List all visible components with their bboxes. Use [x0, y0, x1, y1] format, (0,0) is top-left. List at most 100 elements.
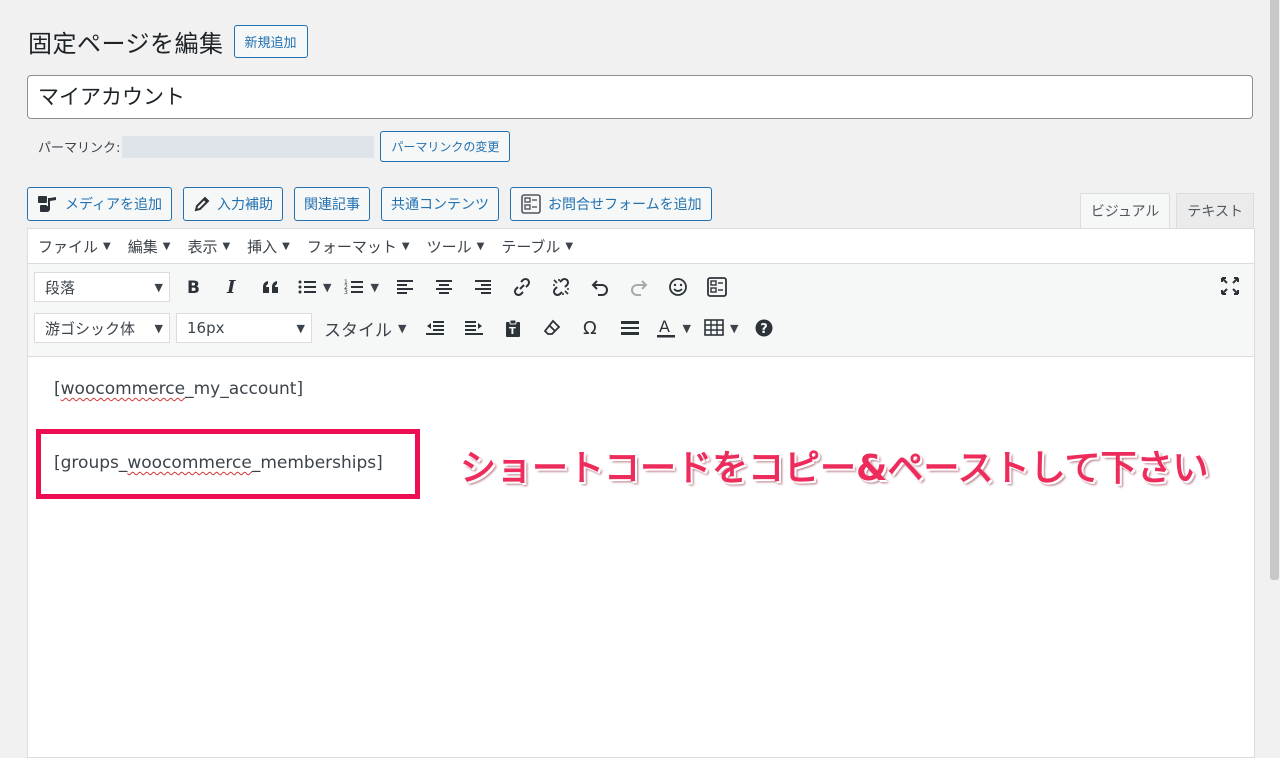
highlight-box	[36, 429, 420, 499]
paste-as-text-icon[interactable]: T	[496, 313, 530, 343]
toolbar-row-1: 段落 ▼ B I ▼ 1 2 3 ▼	[34, 272, 739, 302]
caret-down-icon: ▼	[565, 240, 574, 252]
svg-text:I: I	[226, 278, 236, 296]
menu-tools-label: ツール	[426, 237, 472, 256]
caret-down-icon: ▼	[162, 240, 171, 252]
menu-insert[interactable]: 挿入 ▼	[247, 236, 290, 257]
post-title-input[interactable]: マイアカウント	[27, 75, 1253, 119]
svg-text:B: B	[187, 278, 200, 296]
help-icon[interactable]: ?	[747, 313, 781, 343]
clear-formatting-icon[interactable]	[535, 313, 569, 343]
svg-text:Ω: Ω	[583, 319, 597, 337]
editor-content[interactable]: [woocommerce_my_account] [groups_woocomm…	[28, 357, 1254, 757]
svg-text:T: T	[509, 326, 516, 337]
menu-view-label: 表示	[187, 237, 218, 256]
permalink-row: パーマリンク: パーマリンクの変更	[38, 131, 511, 162]
svg-text:?: ?	[761, 322, 769, 337]
input-assist-label: 入力補助	[217, 197, 274, 213]
unlink-icon[interactable]	[544, 272, 578, 302]
menu-format-label: フォーマット	[306, 237, 397, 256]
numbered-list-icon[interactable]: 1 2 3 ▼	[340, 272, 382, 302]
fullscreen-icon[interactable]	[1220, 276, 1240, 300]
link-icon[interactable]	[505, 272, 539, 302]
emoji-icon[interactable]	[661, 272, 695, 302]
editor-toolbar: 段落 ▼ B I ▼ 1 2 3 ▼ 游ゴシック体 ▼ 16px ▼ スタイル …	[28, 264, 1254, 357]
caret-down-icon: ▼	[476, 240, 485, 252]
outdent-icon[interactable]	[418, 313, 452, 343]
add-new-button[interactable]: 新規追加	[233, 25, 308, 58]
menu-insert-label: 挿入	[247, 237, 278, 256]
related-posts-label: 関連記事	[304, 197, 361, 213]
caret-down-icon: ▼	[222, 240, 231, 252]
caret-down-icon: ▼	[154, 280, 163, 294]
menu-edit[interactable]: 編集 ▼	[128, 236, 171, 257]
caret-down-icon: ▼	[323, 280, 332, 294]
media-buttons: メディアを追加 入力補助 関連記事 共通コンテンツ お問合せフォームを追加	[27, 187, 712, 221]
font-family-value: 游ゴシック体	[45, 319, 136, 338]
caret-down-icon: ▼	[370, 280, 379, 294]
page-scrollbar-thumb[interactable]	[1270, 0, 1279, 580]
add-media-label: メディアを追加	[65, 197, 163, 213]
align-right-icon[interactable]	[466, 272, 500, 302]
shortcode-text: _my_account]	[185, 379, 304, 399]
menu-file-label: ファイル	[38, 237, 99, 256]
shortcode-text: [	[54, 379, 61, 399]
table-icon[interactable]: ▼	[700, 313, 742, 343]
font-family-select[interactable]: 游ゴシック体 ▼	[34, 313, 170, 343]
menu-table-label: テーブル	[501, 237, 561, 256]
permalink-url-redacted[interactable]	[122, 135, 375, 158]
redo-icon[interactable]	[622, 272, 656, 302]
editor: ファイル ▼ 編集 ▼ 表示 ▼ 挿入 ▼ フォーマット ▼ ツール ▼ テーブル ▼ 段落 …	[27, 228, 1255, 758]
editor-menubar: ファイル ▼ 編集 ▼ 表示 ▼ 挿入 ▼ フォーマット ▼ ツール ▼ テーブル ▼	[28, 229, 1254, 264]
menu-tools[interactable]: ツール ▼	[427, 236, 485, 257]
pencil-icon	[193, 195, 211, 213]
caret-down-icon: ▼	[729, 321, 739, 335]
format-select[interactable]: 段落 ▼	[34, 272, 170, 302]
related-posts-button[interactable]: 関連記事	[294, 187, 371, 221]
add-contact-form-label: お問合せフォームを追加	[548, 197, 702, 213]
form-icon	[520, 193, 542, 215]
menu-table[interactable]: テーブル ▼	[501, 236, 573, 257]
bold-icon[interactable]: B	[176, 272, 210, 302]
format-select-value: 段落	[45, 278, 76, 297]
annotation-callout: ショートコードをコピー&ペーストして下さい	[460, 448, 1209, 489]
form-block-icon[interactable]	[700, 272, 734, 302]
page-title: 固定ページを編集	[28, 30, 224, 58]
common-content-label: 共通コンテンツ	[391, 197, 490, 213]
common-content-button[interactable]: 共通コンテンツ	[381, 187, 500, 221]
horizontal-line-icon[interactable]	[613, 313, 647, 343]
caret-down-icon: ▼	[154, 321, 163, 335]
undo-icon[interactable]	[583, 272, 617, 302]
style-label: スタイル	[324, 320, 392, 341]
svg-text:3: 3	[344, 289, 348, 296]
align-center-icon[interactable]	[427, 272, 461, 302]
toolbar-row-2: 游ゴシック体 ▼ 16px ▼ スタイル ▼ T Ω A ▼ ▼ ?	[34, 313, 786, 343]
editor-mode-tabs: ビジュアル テキスト	[1074, 193, 1254, 230]
caret-down-icon: ▼	[398, 321, 407, 335]
indent-icon[interactable]	[457, 313, 491, 343]
shortcode-my-account: [woocommerce_my_account]	[54, 379, 303, 399]
change-permalink-button[interactable]: パーマリンクの変更	[380, 131, 511, 162]
italic-icon[interactable]: I	[215, 272, 249, 302]
align-left-icon[interactable]	[388, 272, 422, 302]
menu-file[interactable]: ファイル ▼	[38, 236, 111, 257]
add-contact-form-button[interactable]: お問合せフォームを追加	[510, 187, 712, 221]
menu-view[interactable]: 表示 ▼	[187, 236, 230, 257]
font-size-select[interactable]: 16px ▼	[176, 313, 312, 343]
page-heading: 固定ページを編集 新規追加	[28, 24, 308, 59]
menu-edit-label: 編集	[127, 237, 158, 256]
tab-visual[interactable]: ビジュアル	[1079, 193, 1171, 230]
add-media-button[interactable]: メディアを追加	[27, 187, 173, 221]
blockquote-icon[interactable]	[254, 272, 288, 302]
menu-format[interactable]: フォーマット ▼	[307, 236, 410, 257]
caret-down-icon: ▼	[103, 240, 111, 252]
caret-down-icon: ▼	[296, 321, 305, 335]
tab-text[interactable]: テキスト	[1176, 193, 1254, 230]
special-character-icon[interactable]: Ω	[574, 313, 608, 343]
input-assist-button[interactable]: 入力補助	[183, 187, 284, 221]
style-dropdown[interactable]: スタイル ▼	[318, 316, 412, 341]
text-color-icon[interactable]: A ▼	[652, 313, 694, 343]
caret-down-icon: ▼	[401, 240, 410, 252]
caret-down-icon: ▼	[682, 321, 691, 335]
bullet-list-icon[interactable]: ▼	[293, 272, 335, 302]
